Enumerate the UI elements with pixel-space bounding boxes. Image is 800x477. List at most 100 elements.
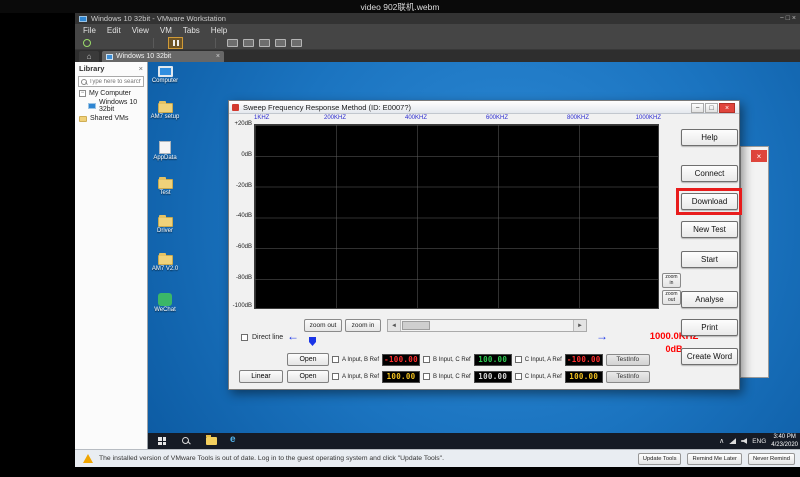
minimize-button[interactable]: − xyxy=(691,103,704,113)
tree-label: My Computer xyxy=(89,90,132,97)
channel-checkbox[interactable] xyxy=(332,373,339,380)
collapse-icon[interactable]: − xyxy=(79,90,86,97)
unity-mode-icon[interactable] xyxy=(243,39,254,47)
close-button[interactable]: × xyxy=(719,103,735,113)
start-button[interactable]: Start xyxy=(681,251,738,268)
vm-tab[interactable]: Windows 10 32bit × xyxy=(102,51,224,62)
testinfo-button[interactable]: TestInfo xyxy=(605,353,650,366)
app-titlebar[interactable]: Sweep Frequency Response Method (ID: E00… xyxy=(229,101,739,114)
print-button[interactable]: Print xyxy=(681,319,738,336)
tab-close-icon[interactable]: × xyxy=(216,53,220,60)
tray-expand-icon[interactable]: ∧ xyxy=(719,437,724,445)
chart-scrollbar[interactable]: ◄ ► xyxy=(387,319,587,332)
desktop-icon-wechat[interactable]: WeChat xyxy=(147,293,183,314)
home-tab[interactable]: ⌂ xyxy=(79,51,99,62)
chart-zoom-out-button[interactable]: zoom out xyxy=(662,290,681,305)
library-search-input[interactable] xyxy=(89,78,141,85)
direct-line-checkbox[interactable] xyxy=(241,334,248,341)
tree-item-vm[interactable]: Windows 10 32bit xyxy=(75,97,147,113)
x-tick-label: 1000KHZ xyxy=(635,115,661,121)
open-button[interactable]: Open xyxy=(287,353,329,366)
snapshot-icon[interactable] xyxy=(275,39,286,47)
red-highlight-annotation xyxy=(676,188,742,215)
desktop-icon-am7-v2[interactable]: AM7 V2.0 xyxy=(147,253,183,273)
update-tools-button[interactable]: Update Tools xyxy=(637,452,682,465)
linear-button[interactable]: Linear xyxy=(239,370,283,383)
suspend-button[interactable] xyxy=(168,37,183,49)
menu-file[interactable]: File xyxy=(83,26,96,35)
system-tray: ∧ ENG 3:40 PM 4/23/2020 xyxy=(719,433,798,449)
chart-zoom-in-button[interactable]: zoom in xyxy=(662,273,681,288)
open-button[interactable]: Open xyxy=(287,370,329,383)
channel-label: C Input, A Ref xyxy=(524,356,562,363)
channel-value-display: 100.00 xyxy=(473,370,512,383)
language-indicator[interactable]: ENG xyxy=(752,438,766,445)
start-button[interactable] xyxy=(158,437,166,445)
help-button[interactable]: Help xyxy=(681,129,738,146)
analyse-button[interactable]: Analyse xyxy=(681,291,738,308)
menu-help[interactable]: Help xyxy=(211,26,227,35)
scroll-right-icon[interactable]: ► xyxy=(573,320,586,331)
search-icon xyxy=(81,78,87,85)
measurement-row-2: Open A Input, B Ref 100.00 B Input, C Re… xyxy=(287,370,650,383)
channel-checkbox[interactable] xyxy=(423,373,431,380)
vmware-statusbar: The installed version of VMware Tools is… xyxy=(75,449,800,467)
new-test-button[interactable]: New Test xyxy=(681,221,738,238)
create-word-button[interactable]: Create Word xyxy=(681,348,738,365)
direct-line-option: Direct line xyxy=(241,334,283,341)
zoom-in-button[interactable]: zoom in xyxy=(345,319,381,332)
connect-button[interactable]: Connect xyxy=(681,165,738,182)
channel-checkbox[interactable] xyxy=(423,356,431,363)
library-search xyxy=(78,76,144,87)
desktop-icon-test[interactable]: Test xyxy=(147,177,183,197)
folder-icon xyxy=(157,101,173,113)
tree-item-my-computer[interactable]: − My Computer xyxy=(75,88,147,97)
taskbar-search-icon[interactable] xyxy=(182,437,190,445)
menu-view[interactable]: View xyxy=(132,26,149,35)
vmware-window-controls[interactable]: − □ × xyxy=(780,15,796,22)
file-explorer-icon[interactable] xyxy=(206,435,217,445)
channel-checkbox[interactable] xyxy=(514,373,522,380)
console-view-icon[interactable] xyxy=(259,39,270,47)
remind-me-later-button[interactable]: Remind Me Later xyxy=(687,452,742,465)
channel-checkbox[interactable] xyxy=(332,356,339,363)
desktop-icon-computer[interactable]: Computer xyxy=(147,66,183,85)
cursor-right-arrow-icon[interactable]: → xyxy=(596,329,608,343)
cursor-left-arrow-icon[interactable]: ← xyxy=(287,329,299,343)
channel-checkbox[interactable] xyxy=(514,356,522,363)
toolbar-separator xyxy=(215,38,216,48)
edge-browser-icon[interactable]: e xyxy=(230,434,236,445)
network-icon[interactable] xyxy=(729,438,737,444)
folder-icon xyxy=(157,253,173,265)
vmware-window-title: Windows 10 32bit - VMware Workstation xyxy=(91,14,226,23)
maximize-button[interactable]: □ xyxy=(705,103,718,113)
clock-time: 3:40 PM xyxy=(773,433,796,440)
never-remind-button[interactable]: Never Remind xyxy=(747,452,795,465)
desktop-icon-driver[interactable]: Driver xyxy=(147,215,183,235)
y-tick-label: +20dB xyxy=(234,121,252,127)
frequency-cursor[interactable] xyxy=(309,337,316,346)
channel-value-display: -100.00 xyxy=(564,353,603,366)
chart-area xyxy=(254,124,659,309)
menu-vm[interactable]: VM xyxy=(160,26,172,35)
volume-icon[interactable] xyxy=(741,438,748,444)
y-tick-label: -40dB xyxy=(235,213,252,219)
measurement-row-1: Open A Input, B Ref -100.00 B Input, C R… xyxy=(287,353,650,366)
scroll-left-icon[interactable]: ◄ xyxy=(388,320,401,331)
library-toggle-icon[interactable] xyxy=(291,39,302,47)
close-icon[interactable]: × xyxy=(751,150,767,162)
tree-item-shared-vms[interactable]: Shared VMs xyxy=(75,113,147,122)
taskbar-clock[interactable]: 3:40 PM 4/23/2020 xyxy=(771,433,798,449)
testinfo-button[interactable]: TestInfo xyxy=(605,370,650,383)
power-button-icon[interactable] xyxy=(83,39,91,47)
desktop-icon-am7-setup[interactable]: AM7 setup xyxy=(147,101,183,121)
x-tick-label: 400KHZ xyxy=(404,115,427,121)
library-close-icon[interactable]: × xyxy=(139,64,143,73)
fullscreen-icon[interactable] xyxy=(227,39,238,47)
desktop-icon-appdata[interactable]: AppData xyxy=(147,141,183,162)
scrollbar-thumb[interactable] xyxy=(402,321,430,330)
menu-tabs[interactable]: Tabs xyxy=(183,26,200,35)
scrollbar-track[interactable] xyxy=(401,320,573,331)
zoom-out-button[interactable]: zoom out xyxy=(304,319,342,332)
menu-edit[interactable]: Edit xyxy=(107,26,121,35)
